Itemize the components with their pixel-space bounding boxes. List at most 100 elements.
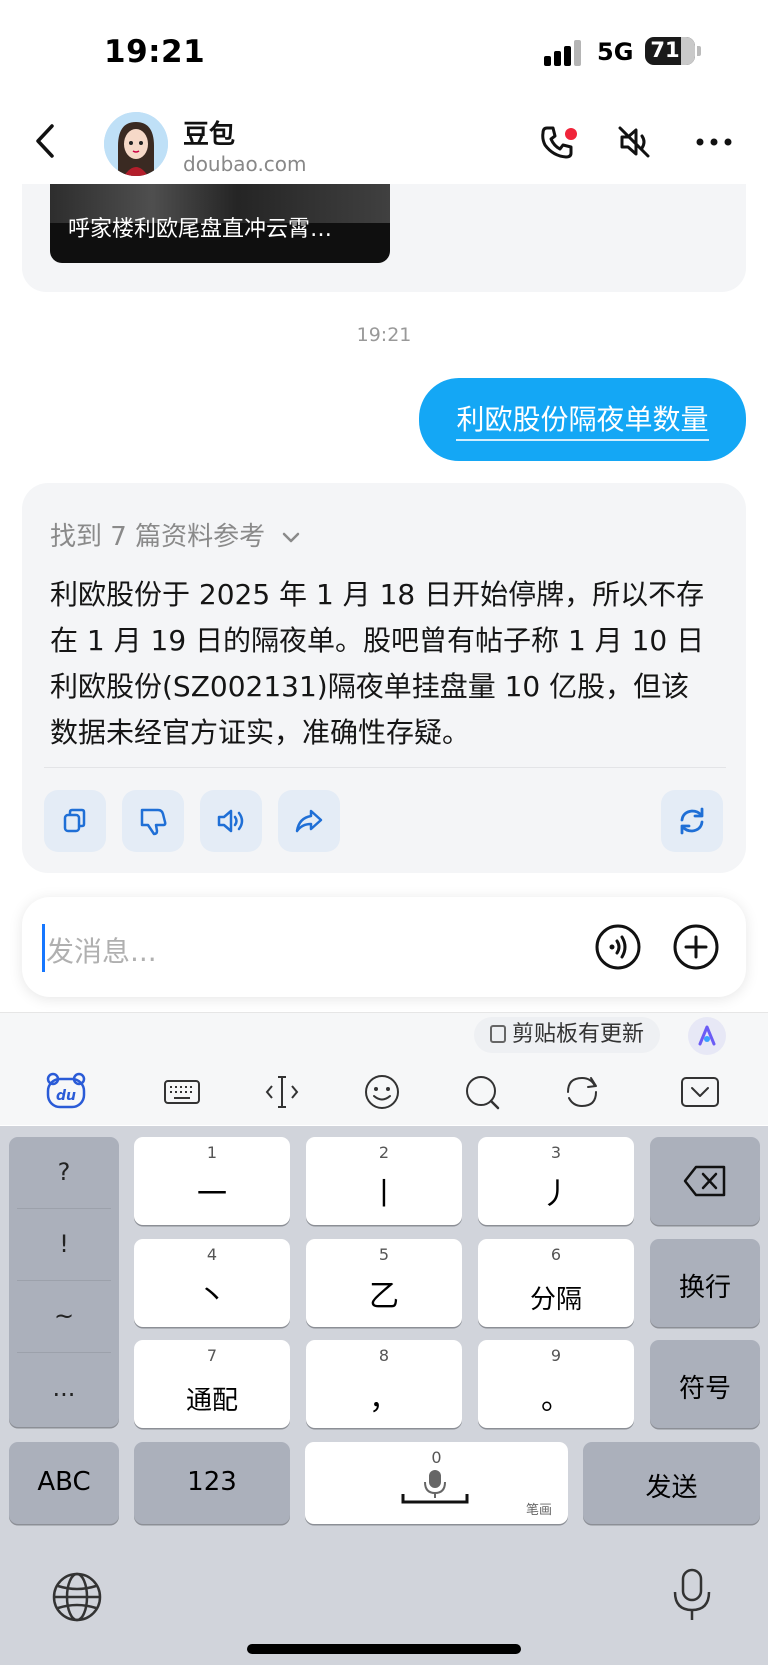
key-glyph: 乙 <box>369 1279 399 1314</box>
more-options-icon[interactable] <box>692 120 736 164</box>
read-aloud-button[interactable] <box>200 790 262 852</box>
key-number: 5 <box>378 1245 390 1264</box>
search-icon[interactable] <box>460 1070 504 1114</box>
globe-icon[interactable] <box>50 1570 104 1624</box>
newline-key[interactable]: 换行 <box>650 1239 760 1327</box>
send-label: 发送 <box>645 1473 698 1503</box>
chat-header: 豆包 doubao.com <box>0 100 768 184</box>
clock: 19:21 <box>104 34 206 70</box>
key-glyph: ， <box>369 1382 399 1417</box>
stroke-mode-label: 笔画 <box>525 1503 552 1518</box>
backspace-key[interactable] <box>650 1137 760 1225</box>
bot-name: 豆包 <box>183 120 236 150</box>
key-glyph: 丨 <box>369 1177 399 1212</box>
stroke-key-8[interactable]: 8 ， <box>306 1340 462 1428</box>
clipboard-notice[interactable]: 剪贴板有更新 <box>474 1017 661 1053</box>
cursor-move-icon[interactable] <box>260 1070 304 1114</box>
share-button[interactable] <box>278 790 340 852</box>
user-message-text: 利欧股份隔夜单数量 <box>456 403 709 441</box>
key-glyph: 通配 <box>185 1386 238 1416</box>
numbers-label: 123 <box>187 1467 237 1497</box>
stroke-key-2[interactable]: 2 丨 <box>306 1137 462 1225</box>
key-glyph: 丶 <box>197 1279 227 1314</box>
key-glyph: 一 <box>197 1177 227 1212</box>
numbers-key[interactable]: 123 <box>134 1442 290 1524</box>
speaker-muted-icon[interactable] <box>612 120 656 164</box>
message-input[interactable]: 发消息... <box>46 930 157 970</box>
symbol-question[interactable]: ? <box>9 1137 119 1208</box>
emoji-icon[interactable] <box>360 1070 404 1114</box>
news-image-card[interactable]: 呼家楼利欧尾盘直冲云霄… <box>50 183 390 263</box>
key-glyph: 分隔 <box>529 1285 582 1315</box>
key-number: 2 <box>378 1143 390 1162</box>
abc-label: ABC <box>37 1467 91 1497</box>
microphone-icon <box>401 1470 469 1504</box>
backspace-icon <box>683 1165 726 1197</box>
symbol-tilde[interactable]: ~ <box>9 1281 119 1352</box>
notification-dot <box>565 128 577 140</box>
rotate-icon[interactable] <box>560 1070 604 1114</box>
keyboard-icon[interactable] <box>160 1070 204 1114</box>
key-number: 3 <box>550 1143 562 1162</box>
ai-assistant-icon <box>698 1025 716 1046</box>
assistant-badge[interactable] <box>688 1017 726 1055</box>
back-arrow-icon[interactable] <box>28 116 64 166</box>
chevron-down-icon <box>283 532 300 542</box>
status-bar: 19:21 5G 71 <box>0 0 768 100</box>
network-type: 5G <box>597 38 634 66</box>
clipboard-icon <box>490 1025 506 1043</box>
stroke-key-7[interactable]: 7 通配 <box>134 1340 290 1428</box>
stroke-key-4[interactable]: 4 丶 <box>134 1239 290 1327</box>
key-glyph: 丿 <box>541 1177 571 1212</box>
refresh-icon <box>680 807 704 835</box>
answer-divider <box>44 767 726 768</box>
symbol-exclamation[interactable]: ! <box>9 1209 119 1280</box>
space-key[interactable]: 0 笔画 <box>305 1442 568 1524</box>
key-number: 9 <box>550 1346 562 1365</box>
voice-call-icon[interactable] <box>594 923 642 971</box>
space-number: 0 <box>431 1448 442 1467</box>
stroke-key-3[interactable]: 3 丿 <box>478 1137 634 1225</box>
symbol-column: ? ! ~ ... <box>9 1137 119 1427</box>
regenerate-button[interactable] <box>661 790 723 852</box>
add-icon[interactable] <box>672 923 720 971</box>
clipboard-notice-label: 剪贴板有更新 <box>512 1022 645 1047</box>
key-number: 6 <box>550 1245 562 1264</box>
battery-icon: 71 <box>645 37 695 65</box>
collapse-keyboard-icon[interactable] <box>678 1070 722 1114</box>
cellular-signal-icon <box>544 40 584 66</box>
send-key[interactable]: 发送 <box>583 1442 760 1524</box>
phone-call-icon[interactable] <box>535 120 579 164</box>
key-number: 7 <box>206 1346 218 1365</box>
battery-tip <box>697 46 701 56</box>
key-number: 8 <box>378 1346 390 1365</box>
answer-line: 在 1 月 19 日的隔夜单。股吧曾有帖子称 1 月 10 日 <box>50 624 705 657</box>
newline-label: 换行 <box>678 1273 731 1303</box>
stroke-key-6[interactable]: 6 分隔 <box>478 1239 634 1327</box>
svg-text:du: du <box>56 1088 76 1104</box>
copy-button[interactable] <box>44 790 106 852</box>
avatar[interactable] <box>104 112 168 176</box>
stroke-key-9[interactable]: 9 。 <box>478 1340 634 1428</box>
speaker-icon <box>217 809 244 833</box>
symbols-label: 符号 <box>678 1374 731 1404</box>
symbols-key[interactable]: 符号 <box>650 1340 760 1428</box>
keyboard-brand-icon[interactable]: du <box>44 1070 88 1114</box>
share-icon <box>295 809 323 833</box>
references-toggle[interactable]: 找到 7 篇资料参考 <box>50 516 301 553</box>
text-caret <box>42 924 45 972</box>
user-message-bubble[interactable]: 利欧股份隔夜单数量 <box>419 378 746 461</box>
dislike-button[interactable] <box>122 790 184 852</box>
references-label: 找到 7 篇资料参考 <box>50 522 266 552</box>
key-number: 4 <box>206 1245 218 1264</box>
dictation-microphone-icon[interactable] <box>668 1566 716 1626</box>
stroke-key-1[interactable]: 1 一 <box>134 1137 290 1225</box>
stroke-key-5[interactable]: 5 乙 <box>306 1239 462 1327</box>
thumbs-down-icon <box>140 808 167 836</box>
symbol-ellipsis[interactable]: ... <box>9 1353 119 1424</box>
answer-line: 利欧股份于 2025 年 1 月 18 日开始停牌，所以不存 <box>50 578 705 611</box>
abc-key[interactable]: ABC <box>9 1442 119 1524</box>
answer-line: 利欧股份(SZ002131)隔夜单挂盘量 10 亿股，但该 <box>50 670 690 703</box>
key-glyph: 。 <box>541 1382 571 1417</box>
battery-percent: 71 <box>650 38 680 62</box>
